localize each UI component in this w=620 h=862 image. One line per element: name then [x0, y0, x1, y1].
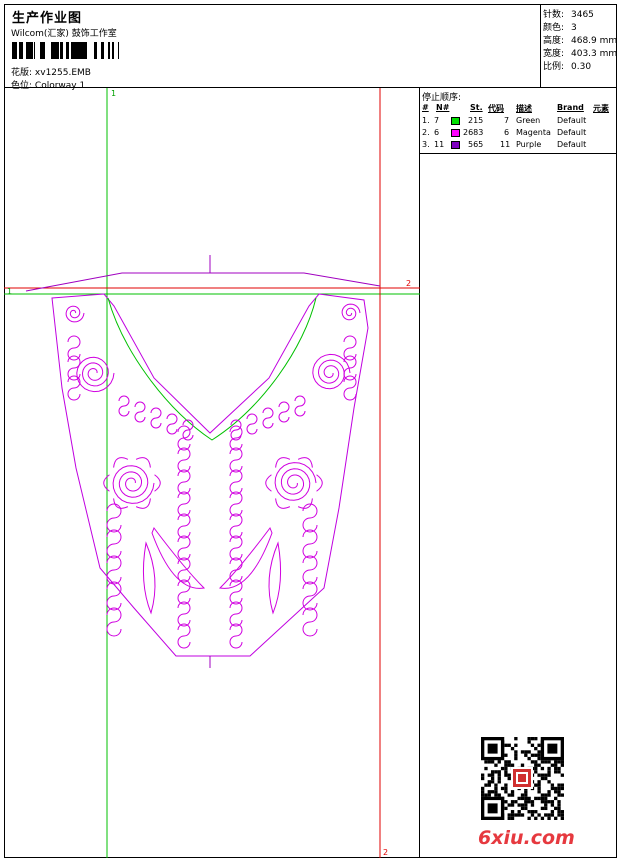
design-file: 花版: xv1255.EMB — [11, 65, 91, 78]
neckline-green — [107, 297, 317, 441]
col-header-description: 描述 — [516, 104, 532, 113]
color-swatch — [451, 129, 460, 137]
col-header-brand: Brand — [557, 103, 584, 112]
guide-label-top: 1 — [111, 89, 116, 98]
design-label: 花版: — [11, 68, 33, 78]
table-row: 2. 6 2683 6 Magenta Default — [422, 128, 587, 137]
stat-width: 宽度: 403.3 mm — [543, 49, 618, 59]
stat-height: 高度: 468.9 mm — [543, 36, 618, 46]
embroidery-drawing: 1 1 2 2 — [4, 88, 420, 858]
stop-sequence-panel: 停止顺序: # N# St. 代码 描述 Brand 元素 1. 7 215 7… — [420, 88, 617, 154]
collar-outline — [51, 293, 369, 657]
design-canvas: 1 1 2 2 — [4, 88, 420, 858]
color-swatch — [451, 117, 460, 125]
qr-code-icon — [481, 737, 564, 820]
stat-stitches: 针数: 3465 — [543, 10, 594, 20]
watermark-site: 6xiu.com — [478, 827, 575, 849]
stat-scale: 比例: 0.30 — [543, 62, 592, 72]
color-swatch — [451, 141, 460, 149]
col-header-index: # — [422, 103, 429, 112]
barcode-graphic — [12, 42, 119, 59]
table-row: 3. 11 565 11 Purple Default — [422, 140, 587, 149]
design-value: xv1255.EMB — [34, 68, 91, 78]
guide-label-right: 2 — [406, 279, 411, 288]
guide-label-left: 1 — [7, 287, 12, 296]
stat-colors: 颜色: 3 — [543, 23, 577, 33]
header-info-panel: 生产作业图 Wilcom(汇家) 鼓饰工作室 花版: xv1255.EMB 色位… — [4, 4, 541, 91]
stop-sequence-title: 停止顺序: — [422, 93, 462, 103]
motif-group — [65, 303, 361, 649]
guide-label-bottom: 2 — [383, 848, 388, 857]
col-header-needle: N# — [436, 103, 450, 112]
col-header-element: 元素 — [593, 104, 609, 113]
page-title: 生产作业图 — [12, 11, 83, 26]
table-row: 1. 7 215 7 Green Default — [422, 116, 587, 125]
col-header-code: 代码 — [488, 104, 504, 113]
col-header-stitches: St. — [470, 103, 483, 112]
studio-name: Wilcom(汇家) 鼓饰工作室 — [11, 29, 117, 39]
